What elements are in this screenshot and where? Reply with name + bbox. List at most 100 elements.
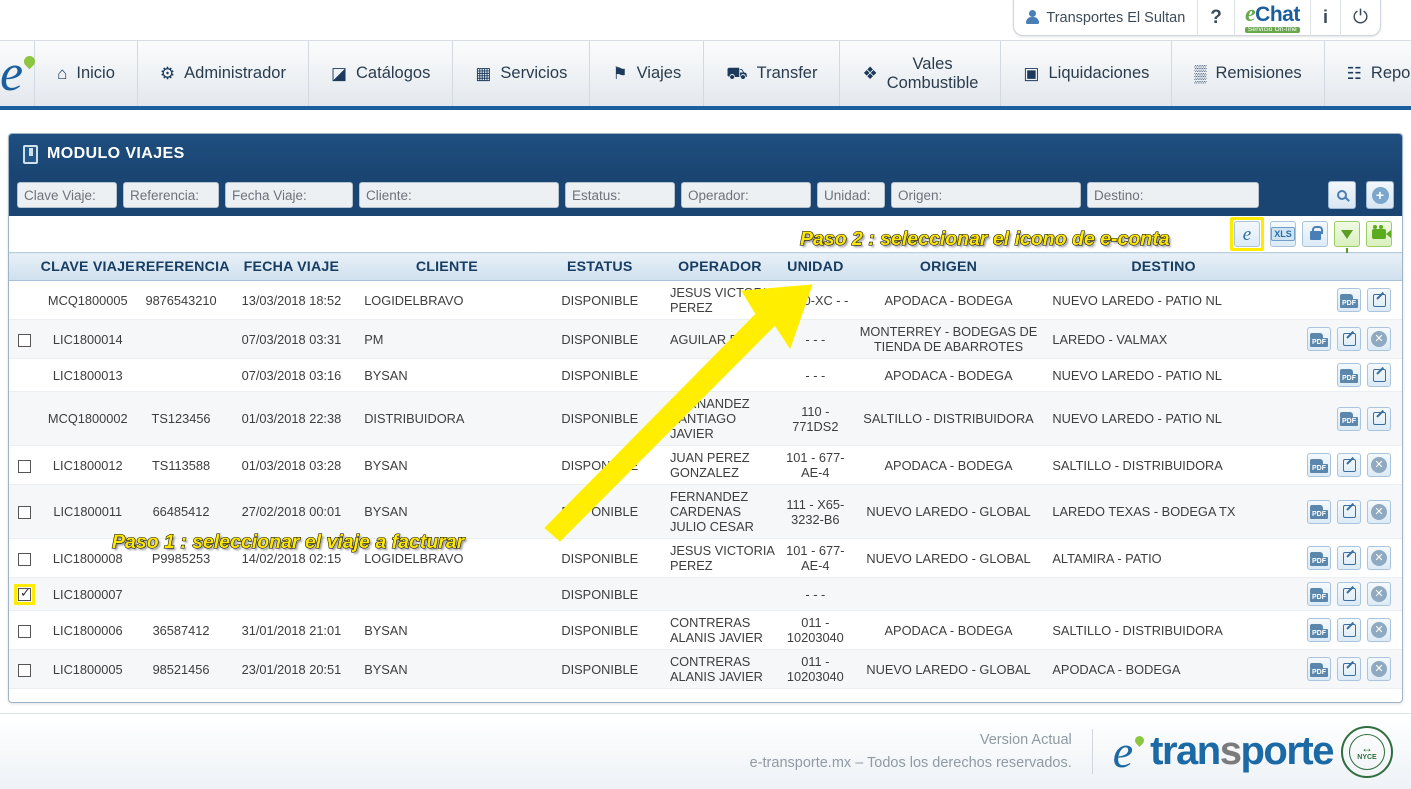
table-row[interactable]: MCQ1800002 TS123456 01/03/2018 22:38 DISTRI…: [9, 391, 1402, 446]
row-checkbox[interactable]: [18, 552, 32, 566]
logout-button[interactable]: ⏻: [1341, 0, 1380, 36]
edit-button[interactable]: [1337, 582, 1361, 606]
row-checkbox[interactable]: [18, 624, 32, 638]
nav-item-remisiones[interactable]: ▒ Remisiones: [1171, 41, 1323, 106]
col-operador[interactable]: OPERADOR: [661, 252, 779, 281]
cell-fecha-viaje: 01/03/2018 03:28: [226, 445, 357, 485]
cell-cliente: DISTRIBUIDORA: [356, 391, 538, 446]
brand-logo[interactable]: e: [0, 41, 38, 106]
cell-destino: SALTILLO - DISTRIBUIDORA: [1044, 445, 1283, 485]
table-row[interactable]: LIC1800005 98521456 23/01/2018 20:51 BYSAN D…: [9, 649, 1402, 689]
search-input-unidad[interactable]: [817, 182, 885, 208]
col-estatus[interactable]: ESTATUS: [537, 252, 662, 281]
search-input-estatus[interactable]: [565, 182, 675, 208]
table-row[interactable]: MCQ1800005 9876543210 13/03/2018 18:52 LOGI…: [9, 280, 1402, 320]
lock-button[interactable]: [1302, 221, 1328, 247]
edit-button[interactable]: [1367, 288, 1391, 312]
delete-button[interactable]: ✕: [1367, 499, 1391, 524]
edit-button[interactable]: [1337, 453, 1361, 477]
nav-item-servicios[interactable]: ▦ Servicios: [452, 41, 589, 106]
table-row[interactable]: LIC1800006 36587412 31/01/2018 21:01 BYSAN D…: [9, 610, 1402, 650]
viajes-table: CLAVE VIAJE REFERENCIA FECHA VIAJE CLIEN…: [9, 252, 1402, 689]
table-row[interactable]: LIC1800011 66485412 27/02/2018 00:01 BYSAN D…: [9, 484, 1402, 539]
cell-unidad: 011 - 10203040: [778, 610, 853, 650]
row-actions-cell: PDF: [1282, 358, 1402, 392]
add-viaje-button[interactable]: +: [1366, 181, 1394, 209]
pdf-button[interactable]: PDF: [1307, 582, 1331, 606]
search-input-destino[interactable]: [1087, 182, 1259, 208]
pdf-button[interactable]: PDF: [1307, 657, 1331, 681]
pdf-button[interactable]: PDF: [1337, 406, 1361, 431]
nav-item-viajes[interactable]: ⚑ Viajes: [589, 41, 703, 106]
export-xls-button[interactable]: XLS: [1270, 221, 1296, 247]
nav-item-transfer[interactable]: ⛟ Transfer: [703, 41, 839, 106]
row-checkbox[interactable]: [18, 663, 32, 677]
echat-chat-text: Chat: [1255, 2, 1300, 26]
econta-button[interactable]: e: [1234, 221, 1260, 247]
table-row[interactable]: LIC1800014 07/03/2018 03:31 PM DISPONIBLE AG…: [9, 319, 1402, 359]
pdf-button[interactable]: PDF: [1337, 288, 1361, 312]
pdf-button[interactable]: PDF: [1307, 618, 1331, 642]
col-unidad[interactable]: UNIDAD: [778, 252, 853, 281]
pdf-button[interactable]: PDF: [1307, 499, 1331, 524]
table-row[interactable]: LIC1800008 P9985253 14/02/2018 02:15 LOGIDE…: [9, 538, 1402, 578]
table-row[interactable]: LIC1800007 DISPONIBLE - - - PDF ✕: [9, 577, 1402, 611]
row-checkbox[interactable]: [18, 586, 32, 601]
cell-estatus: DISPONIBLE: [537, 649, 662, 689]
row-checkbox[interactable]: [18, 333, 32, 347]
pdf-button[interactable]: PDF: [1307, 453, 1331, 477]
cell-operador: CONTRERAS ALANIS JAVIER: [661, 649, 779, 689]
edit-button[interactable]: [1367, 363, 1391, 387]
col-origen[interactable]: ORIGEN: [852, 252, 1045, 281]
edit-button[interactable]: [1337, 499, 1361, 524]
col-destino[interactable]: DESTINO: [1044, 252, 1283, 281]
nav-item-catálogos[interactable]: ◪ Catálogos: [307, 41, 452, 106]
search-input-fecha-viaje[interactable]: [225, 182, 353, 208]
nav-item-liquidaciones[interactable]: ▣ Liquidaciones: [1000, 41, 1171, 106]
cell-referencia: 36587412: [135, 610, 227, 650]
search-input-operador[interactable]: [681, 182, 811, 208]
delete-button[interactable]: ✕: [1367, 582, 1391, 606]
delete-button[interactable]: ✕: [1367, 453, 1391, 477]
edit-button[interactable]: [1367, 406, 1391, 431]
nav-item-vales-combustible[interactable]: ❖ Vales Combustible: [839, 41, 1000, 106]
col-cliente[interactable]: CLIENTE: [356, 252, 538, 281]
edit-button[interactable]: [1337, 657, 1361, 681]
table-row[interactable]: LIC1800012 TS113588 01/03/2018 03:28 BYSAN D…: [9, 445, 1402, 485]
nav-item-administrador[interactable]: ⚙ Administrador: [136, 41, 308, 106]
edit-button[interactable]: [1337, 327, 1361, 351]
table-row[interactable]: LIC1800013 07/03/2018 03:16 BYSAN DISPONIBL…: [9, 358, 1402, 392]
search-button[interactable]: [1328, 181, 1356, 209]
pdf-button[interactable]: PDF: [1307, 327, 1331, 351]
nav-item-inicio[interactable]: ⌂ Inicio: [34, 41, 137, 106]
cell-clave-viaje: LIC1800011: [40, 484, 136, 539]
col-clave-viaje[interactable]: CLAVE VIAJE: [40, 252, 136, 281]
help-button[interactable]: ?: [1198, 0, 1235, 36]
camera-button[interactable]: [1366, 221, 1392, 247]
nav-item-reportes[interactable]: ☷ Reportes: [1323, 41, 1411, 106]
delete-button[interactable]: ✕: [1367, 618, 1391, 642]
search-input-referencia[interactable]: [123, 182, 219, 208]
delete-button[interactable]: ✕: [1367, 546, 1391, 570]
pdf-button[interactable]: PDF: [1307, 546, 1331, 570]
echat-wordmark: eChat: [1245, 2, 1300, 26]
col-fecha-viaje[interactable]: FECHA VIAJE: [226, 252, 357, 281]
info-button[interactable]: i: [1311, 0, 1341, 36]
edit-button[interactable]: [1337, 546, 1361, 570]
search-input-cliente[interactable]: [359, 182, 559, 208]
delete-button[interactable]: ✕: [1367, 327, 1391, 351]
row-select-cell: [9, 445, 41, 485]
pdf-button[interactable]: PDF: [1337, 363, 1361, 387]
filter-button[interactable]: [1334, 221, 1360, 253]
col-referencia[interactable]: REFERENCIA: [135, 252, 229, 281]
echat-logo[interactable]: eChat Servicio On-line: [1235, 0, 1311, 36]
delete-button[interactable]: ✕: [1367, 657, 1391, 681]
row-checkbox[interactable]: [18, 506, 32, 520]
page-footer: Version Actual e-transporte.mx – Todos l…: [0, 713, 1411, 789]
search-input-origen[interactable]: [891, 182, 1081, 208]
user-account-button[interactable]: Transportes El Sultan: [1014, 0, 1199, 36]
row-checkbox[interactable]: [18, 459, 32, 473]
cell-operador: CONTRERAS ALANIS JAVIER: [661, 610, 779, 650]
edit-button[interactable]: [1337, 618, 1361, 642]
search-input-clave-viaje[interactable]: [17, 182, 117, 208]
